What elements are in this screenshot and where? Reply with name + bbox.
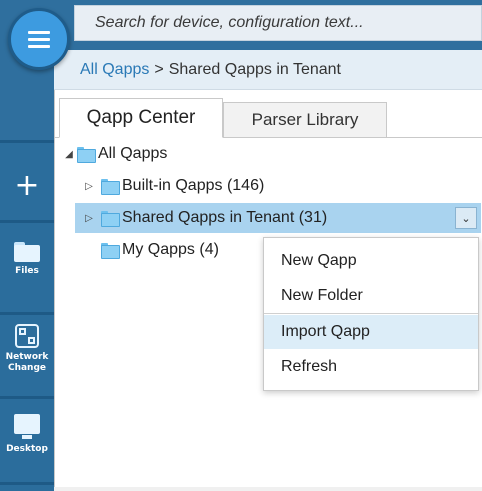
main-menu-button[interactable]: [8, 8, 70, 70]
menu-item-new-folder[interactable]: New Folder: [264, 279, 478, 313]
menu-item-refresh[interactable]: Refresh: [264, 350, 478, 384]
rail-item-network-change[interactable]: Network Change: [0, 324, 54, 390]
tab-parser-library[interactable]: Parser Library: [223, 102, 387, 138]
context-menu: New Qapp New Folder Import Qapp Refresh: [263, 237, 479, 391]
chevron-down-icon[interactable]: ⌄: [455, 207, 477, 229]
add-button[interactable]: +: [0, 150, 54, 220]
folder-icon: [101, 211, 120, 227]
rail-item-desktop[interactable]: Desktop: [0, 412, 54, 472]
menu-item-new-qapp[interactable]: New Qapp: [264, 244, 478, 278]
menu-item-import-qapp[interactable]: Import Qapp: [264, 315, 478, 349]
plus-icon: +: [14, 167, 40, 203]
breadcrumb: All Qapps > Shared Qapps in Tenant: [54, 50, 482, 90]
search-input[interactable]: [75, 6, 481, 40]
tree-node-label: All Qapps: [98, 145, 168, 162]
footer-strip: [54, 487, 482, 491]
expand-triangle-icon[interactable]: ▷: [83, 180, 95, 192]
rail-item-label: Files: [15, 266, 39, 276]
rail-divider: [0, 140, 54, 143]
rail-item-label: Desktop: [6, 444, 48, 454]
folder-icon: [101, 179, 120, 195]
rail-divider: [0, 220, 54, 223]
breadcrumb-separator: >: [154, 60, 164, 78]
rail-divider: [0, 396, 54, 399]
search-box: [74, 5, 482, 41]
search-bar: [54, 0, 482, 50]
tab-bar: Qapp Center Parser Library: [55, 98, 482, 138]
breadcrumb-link-all-qapps[interactable]: All Qapps: [80, 61, 149, 79]
tree-node-all-qapps[interactable]: ◢ All Qapps: [63, 139, 363, 169]
tab-qapp-center[interactable]: Qapp Center: [59, 98, 223, 138]
desktop-icon: [14, 414, 40, 439]
network-change-icon: [15, 324, 39, 348]
rail-divider: [0, 482, 54, 485]
left-rail: + Files Network Change Desktop: [0, 0, 54, 491]
folder-icon: [14, 242, 40, 262]
breadcrumb-current: Shared Qapps in Tenant: [168, 60, 341, 78]
rail-item-label: Network Change: [5, 352, 49, 373]
tree-node-label: Built-in Qapps (146): [122, 177, 265, 194]
collapse-triangle-icon[interactable]: ◢: [63, 148, 75, 160]
tree-node-label: Shared Qapps in Tenant (31): [122, 209, 328, 226]
rail-divider: [0, 312, 54, 315]
hamburger-icon: [28, 30, 50, 34]
tree-node-built-in-qapps[interactable]: ▷ Built-in Qapps (146): [83, 171, 383, 201]
folder-icon: [101, 243, 120, 259]
rail-item-files[interactable]: Files: [0, 238, 54, 304]
menu-divider: [264, 313, 478, 314]
tree-node-shared-qapps[interactable]: ▷ Shared Qapps in Tenant (31) ⌄: [75, 203, 481, 233]
expand-triangle-icon[interactable]: ▷: [83, 212, 95, 224]
folder-icon: [77, 147, 96, 163]
tree-node-label: My Qapps (4): [122, 241, 219, 258]
